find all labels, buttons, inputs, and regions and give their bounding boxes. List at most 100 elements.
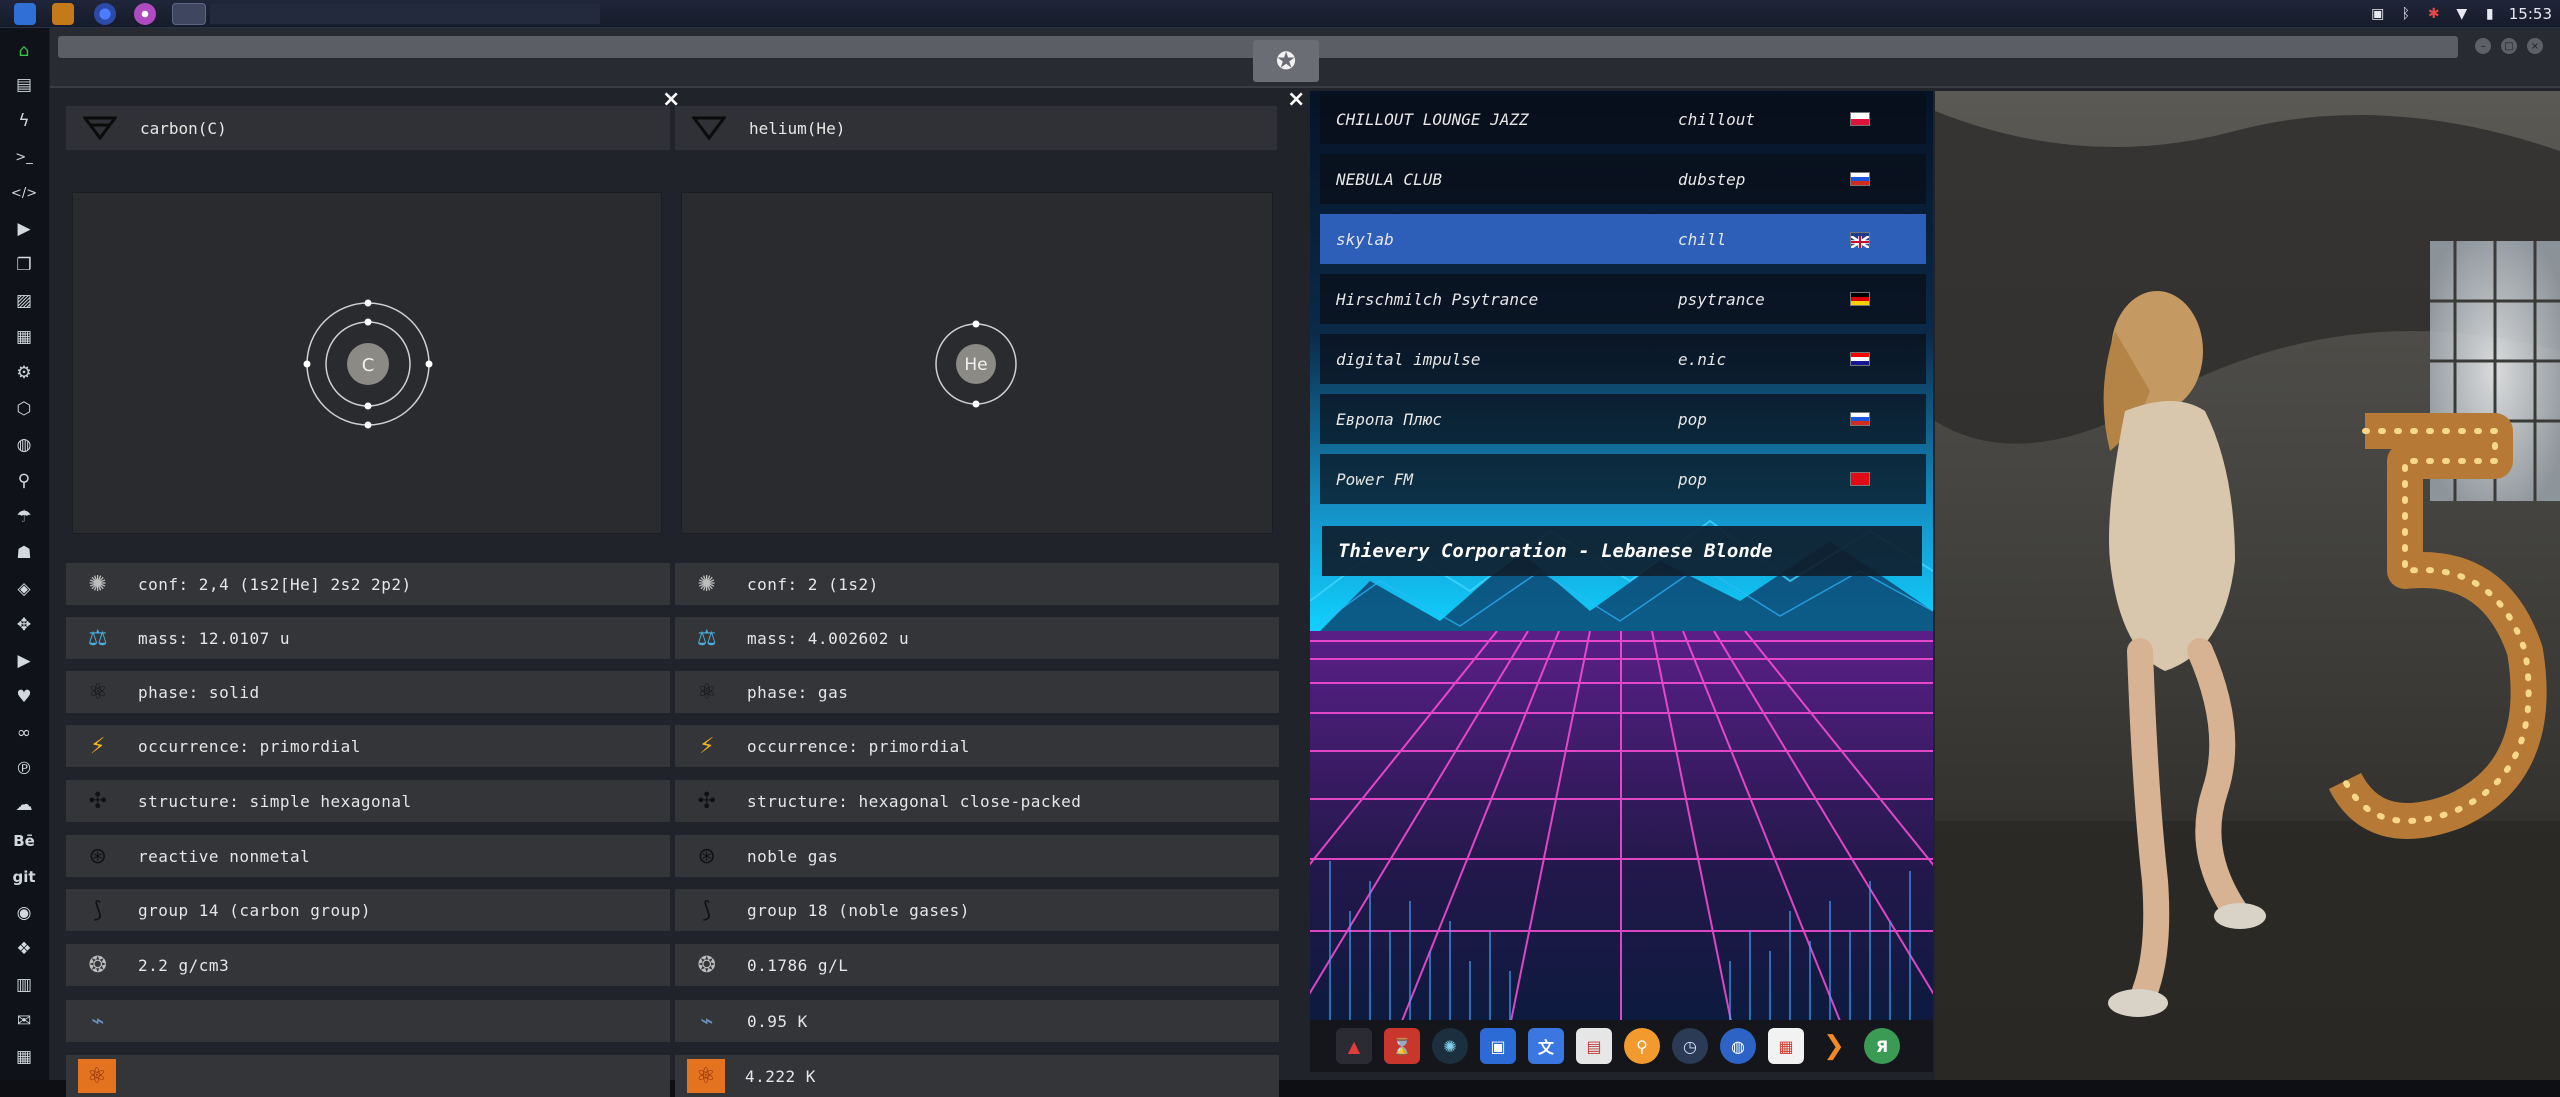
infinity-icon[interactable]: ∞: [11, 720, 37, 746]
calendar-icon[interactable]: ▦: [11, 1044, 37, 1070]
translate-icon[interactable]: 文: [1528, 1028, 1564, 1064]
prop-melting: ⌁: [66, 1000, 670, 1042]
copy-icon[interactable]: ❐: [11, 252, 37, 278]
code-icon[interactable]: </>: [11, 180, 37, 206]
russia-flag-icon: [1850, 412, 1870, 426]
puzzle-icon[interactable]: ✥: [11, 612, 37, 638]
bolt-icon[interactable]: ϟ: [11, 108, 37, 134]
left-dock: ⌂ ▤ ϟ >_ </> ▶ ❐ ▨ ▦ ⚙ ⬡ ◍ ⚲ ☂ ☗ ◈ ✥ ▶ ♥…: [0, 28, 50, 1080]
prop-density: ❂ 0.1786 g/L: [675, 944, 1279, 986]
station-row[interactable]: Европа Плюс pop: [1320, 394, 1926, 444]
contacts-icon[interactable]: ☗: [11, 540, 37, 566]
photo-tray-icon[interactable]: ▣: [2369, 5, 2387, 23]
atom-config-icon: ✺: [88, 571, 108, 597]
browser-icon[interactable]: ◍: [1720, 1028, 1756, 1064]
prop-category: ⊛ noble gas: [675, 835, 1279, 877]
files-launcher-icon[interactable]: [14, 3, 36, 25]
clock-icon[interactable]: ◷: [1672, 1028, 1708, 1064]
element-symbol-icon: [80, 113, 120, 143]
hexagon-icon[interactable]: ⬡: [11, 396, 37, 422]
wifi-icon[interactable]: ▼: [2453, 5, 2471, 23]
station-name: Европа Плюс: [1336, 409, 1442, 429]
image-viewer-icon[interactable]: ▣: [1480, 1028, 1516, 1064]
galaxy-icon[interactable]: ✺: [1432, 1028, 1468, 1064]
station-row[interactable]: NEBULA CLUB dubstep: [1320, 154, 1926, 204]
germany-flag-icon: [1850, 292, 1870, 306]
image-icon[interactable]: ▨: [11, 288, 37, 314]
bluetooth-icon[interactable]: ᛒ: [2397, 5, 2415, 23]
system-tray: ▣ ᛒ ✱ ▼ ▮ 15:53: [2369, 0, 2552, 28]
minimize-button[interactable]: –: [2475, 38, 2491, 54]
prop-structure: ✣ structure: simple hexagonal: [66, 780, 670, 822]
active-window-icon[interactable]: [172, 3, 206, 25]
clock[interactable]: 15:53: [2509, 5, 2552, 23]
station-row[interactable]: Power FM pop: [1320, 454, 1926, 504]
heart-icon[interactable]: ♥: [11, 684, 37, 710]
element-header: carbon(C): [66, 106, 670, 150]
station-row-active[interactable]: skylab chill: [1320, 214, 1926, 264]
prop-phase: ⚛ phase: gas: [675, 671, 1279, 713]
yandex-icon[interactable]: Я: [1864, 1028, 1900, 1064]
density-icon: ❂: [697, 952, 717, 978]
prop-phase: ⚛ phase: solid: [66, 671, 670, 713]
prop-mass: ⚖ mass: 12.0107 u: [66, 617, 670, 659]
nucleus-label: He: [964, 355, 987, 375]
globe-icon[interactable]: ◍: [11, 432, 37, 458]
settings-icon[interactable]: ⚙: [11, 360, 37, 386]
sublime-launcher-icon[interactable]: [52, 3, 74, 25]
prop-occurrence: ⚡ occurrence: primordial: [66, 725, 670, 767]
update-alert-icon[interactable]: ✱: [2425, 5, 2443, 23]
molecule-icon: ✣: [88, 788, 108, 814]
element-title: carbon(C): [140, 118, 227, 138]
element-symbol-icon: [689, 113, 729, 143]
chrome-launcher-icon[interactable]: [94, 3, 116, 25]
terminal-icon[interactable]: >_: [11, 144, 37, 170]
calendar-icon[interactable]: ▦: [1768, 1028, 1804, 1064]
youtube-icon[interactable]: ▶: [11, 648, 37, 674]
pinterest-icon[interactable]: ℗: [11, 756, 37, 782]
maximize-button[interactable]: □: [2501, 38, 2517, 54]
prop-boiling: ⚛: [66, 1055, 670, 1097]
home-icon[interactable]: ⌂: [11, 38, 37, 64]
prop-category: ⊛ reactive nonmetal: [66, 835, 670, 877]
rebel-alliance-icon[interactable]: ✪: [1253, 40, 1319, 82]
now-playing-track[interactable]: Thievery Corporation - Lebanese Blonde: [1322, 526, 1922, 576]
battery-icon[interactable]: ▮: [2481, 5, 2499, 23]
vectorize-icon[interactable]: ▲: [1336, 1028, 1372, 1064]
russia-flag-icon: [1850, 172, 1870, 186]
play-icon[interactable]: ▶: [11, 216, 37, 242]
arrow-icon[interactable]: ❯: [1816, 1028, 1852, 1064]
mail-icon[interactable]: ✉: [11, 1008, 37, 1034]
close-panel-button[interactable]: ×: [1287, 87, 1305, 112]
map-icon[interactable]: ▥: [11, 972, 37, 998]
photo-illustration: [1935, 91, 2560, 1080]
croatia-flag-icon: [1850, 352, 1870, 366]
lightning-icon: ⚡: [699, 733, 715, 759]
station-row[interactable]: digital impulse e.nic: [1320, 334, 1926, 384]
document-icon[interactable]: ▤: [11, 72, 37, 98]
element-header: helium(He): [675, 106, 1277, 150]
github-icon[interactable]: ◉: [11, 900, 37, 926]
screenshot-icon[interactable]: ▤: [1576, 1028, 1612, 1064]
station-row[interactable]: CHILLOUT LOUNGE JAZZ chillout: [1320, 94, 1926, 144]
close-window-button[interactable]: ×: [2527, 38, 2543, 54]
umbrella-icon[interactable]: ☂: [11, 504, 37, 530]
melting-point-icon: ⌁: [91, 1008, 105, 1034]
cloud-icon[interactable]: ☁: [11, 792, 37, 818]
news-icon[interactable]: ▦: [11, 324, 37, 350]
search-icon[interactable]: ⚲: [1624, 1028, 1660, 1064]
synthwave-grid: [1310, 631, 1933, 1026]
cube-icon[interactable]: ❖: [11, 936, 37, 962]
tor-launcher-icon[interactable]: [134, 3, 156, 25]
hourglass-icon[interactable]: ⌛: [1384, 1028, 1420, 1064]
atom-diagram: He: [681, 192, 1273, 534]
boiling-point-icon: ⚛: [78, 1059, 116, 1093]
git-icon[interactable]: git: [11, 864, 37, 890]
station-row[interactable]: Hirschmilch Psytrance psytrance: [1320, 274, 1926, 324]
station-genre: chill: [1678, 229, 1727, 249]
behance-icon[interactable]: Bē: [11, 828, 37, 854]
station-genre: chillout: [1678, 109, 1756, 129]
tag-icon[interactable]: ◈: [11, 576, 37, 602]
station-genre: psytrance: [1678, 289, 1765, 309]
search-icon[interactable]: ⚲: [11, 468, 37, 494]
